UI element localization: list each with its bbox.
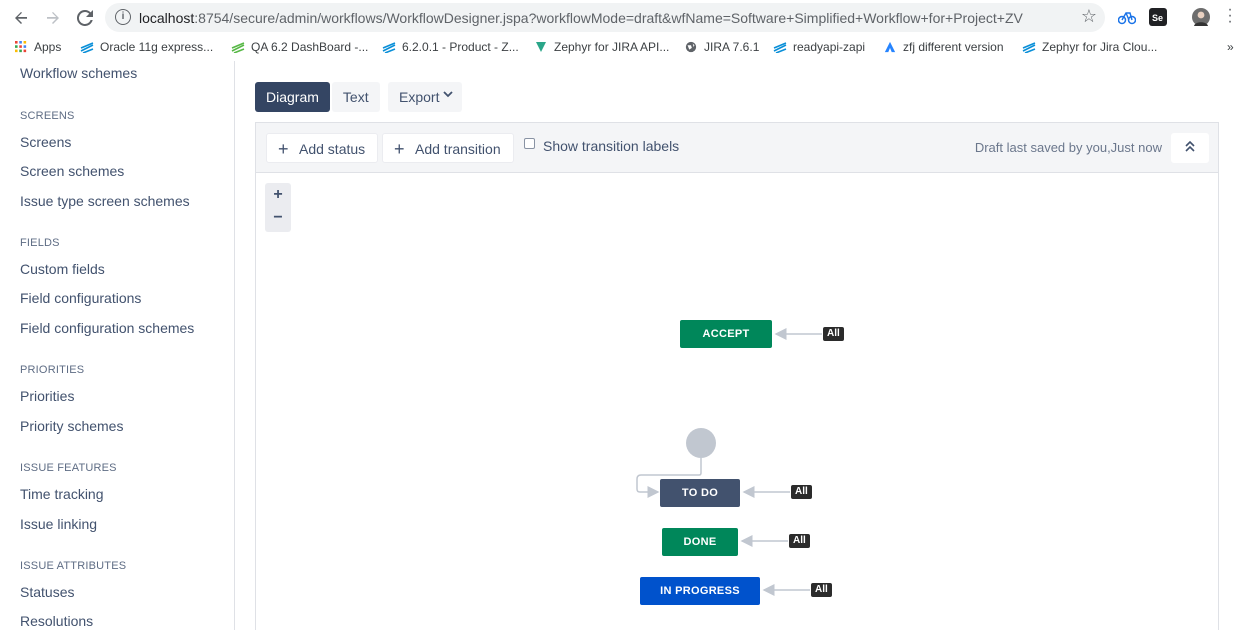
bookmark-zfj-version[interactable]: zfj different version (883, 40, 1004, 54)
bookmark-product[interactable]: 6.2.0.1 - Product - Z... (382, 40, 519, 54)
bookmark-label: QA 6.2 DashBoard -... (251, 40, 369, 54)
show-labels-checkbox[interactable] (524, 137, 535, 149)
export-label: Export (399, 89, 440, 105)
globe-icon (685, 41, 697, 53)
global-transition-badge-inprogress[interactable]: All (811, 583, 832, 597)
bookmark-label: zfj different version (903, 40, 1004, 54)
zephyr-icon (80, 42, 94, 53)
global-transition-badge-done[interactable]: All (789, 534, 810, 548)
plus-icon: + (278, 139, 289, 159)
url-host: localhost (139, 10, 195, 26)
global-transition-badge-todo[interactable]: All (791, 485, 812, 499)
global-transition-badge-accept[interactable]: All (823, 327, 844, 341)
browser-menu-icon[interactable]: · · · (1227, 2, 1233, 30)
bookmark-qa-dashboard[interactable]: QA 6.2 DashBoard -... (231, 40, 368, 54)
plus-icon: + (394, 139, 405, 159)
status-node-done[interactable]: DONE (662, 528, 738, 556)
bookmark-star-icon[interactable]: ☆ (1081, 6, 1097, 27)
status-node-todo[interactable]: TO DO (660, 479, 740, 507)
bookmarks-overflow[interactable]: » (1227, 40, 1234, 54)
sidebar-item-field-configurations[interactable]: Field configurations (20, 290, 141, 306)
show-labels-text: Show transition labels (543, 138, 680, 154)
reload-icon[interactable] (73, 6, 97, 30)
zephyr-icon (773, 42, 787, 53)
tab-text[interactable]: Text (331, 82, 380, 112)
sidebar-item-issue-linking[interactable]: Issue linking (20, 516, 97, 532)
zoom-out-button[interactable]: − (265, 209, 291, 227)
bookmark-readyapi[interactable]: readyapi-zapi (773, 40, 865, 54)
sidebar-heading-fields: FIELDS (20, 237, 60, 249)
tab-diagram[interactable]: Diagram (255, 82, 330, 112)
info-icon[interactable]: i (115, 9, 131, 25)
sidebar-heading-screens: SCREENS (20, 110, 75, 122)
zoom-controls: + − (265, 183, 291, 232)
profile-avatar-icon[interactable] (1192, 8, 1210, 26)
status-node-inprogress[interactable]: IN PROGRESS (640, 577, 760, 605)
workflow-start-node[interactable] (686, 428, 716, 458)
sidebar-item-resolutions[interactable]: Resolutions (20, 613, 93, 629)
status-node-accept[interactable]: ACCEPT (680, 320, 772, 348)
bookmark-label: 6.2.0.1 - Product - Z... (402, 40, 519, 54)
extension-selenium-icon[interactable]: Se (1149, 8, 1167, 26)
bookmark-jira[interactable]: JIRA 7.6.1 (684, 40, 759, 54)
chevron-double-up-icon (1185, 140, 1195, 152)
sidebar-heading-priorities: PRIORITIES (20, 364, 85, 376)
sidebar-item-screens[interactable]: Screens (20, 134, 71, 150)
bookmark-zephyr-api[interactable]: Zephyr for JIRA API... (534, 40, 669, 54)
zephyr-icon (1022, 42, 1036, 53)
sidebar-item-custom-fields[interactable]: Custom fields (20, 261, 105, 277)
sidebar-item-workflow-schemes[interactable]: Workflow schemes (20, 65, 137, 81)
show-transition-labels-toggle[interactable]: Show transition labels (524, 137, 680, 154)
bookmark-apps[interactable]: Apps (14, 40, 61, 54)
sidebar-item-priority-schemes[interactable]: Priority schemes (20, 418, 123, 434)
forward-arrow-icon[interactable] (41, 6, 65, 30)
extension-bike-icon[interactable] (1117, 8, 1137, 26)
add-transition-label: Add transition (415, 141, 501, 157)
workflow-designer: + Add status + Add transition Show trans… (255, 122, 1219, 630)
back-arrow-icon[interactable] (9, 6, 33, 30)
add-status-button[interactable]: + Add status (266, 133, 379, 163)
add-status-label: Add status (299, 141, 366, 157)
url-path: :8754/secure/admin/workflows/WorkflowDes… (194, 10, 1023, 26)
add-transition-button[interactable]: + Add transition (382, 133, 514, 163)
bookmark-label: Oracle 11g express... (100, 40, 214, 54)
sidebar-item-issue-type-screen-schemes[interactable]: Issue type screen schemes (20, 193, 190, 209)
bookmark-label: readyapi-zapi (793, 40, 866, 54)
sidebar-item-field-configuration-schemes[interactable]: Field configuration schemes (20, 320, 194, 336)
zephyr-leaf-icon (536, 42, 546, 52)
zoom-in-button[interactable]: + (265, 186, 291, 204)
sidebar-item-time-tracking[interactable]: Time tracking (20, 486, 104, 502)
zephyr-icon (382, 42, 396, 53)
sidebar-item-priorities[interactable]: Priorities (20, 388, 74, 404)
collapse-toolbar-button[interactable] (1171, 133, 1209, 163)
atlassian-icon (884, 41, 896, 53)
sidebar-item-statuses[interactable]: Statuses (20, 584, 74, 600)
workflow-designer-main: Diagram Text Export + Add status + Add t… (235, 61, 1239, 630)
sidebar-heading-issue-attributes: ISSUE ATTRIBUTES (20, 560, 127, 572)
bookmarks-bar: Apps Oracle 11g express... QA 6.2 DashBo… (0, 36, 1239, 61)
bookmark-label: Zephyr for Jira Clou... (1042, 40, 1158, 54)
zephyr-icon (231, 42, 245, 53)
chevron-down-icon (443, 82, 453, 112)
bookmark-label: Apps (34, 40, 62, 54)
admin-sidebar: Workflow schemes SCREENS Screens Screen … (0, 61, 235, 630)
apps-grid-icon (15, 41, 27, 53)
draft-save-status: Draft last saved by you,Just now (974, 140, 1162, 155)
sidebar-heading-issue-features: ISSUE FEATURES (20, 462, 117, 474)
browser-toolbar: i localhost:8754/secure/admin/workflows/… (0, 0, 1239, 36)
bookmark-zephyr-cloud[interactable]: Zephyr for Jira Clou... (1022, 40, 1157, 54)
view-tabs: Diagram Text (255, 82, 380, 112)
designer-toolbar: + Add status + Add transition Show trans… (256, 123, 1218, 173)
bookmark-label: JIRA 7.6.1 (704, 40, 760, 54)
svg-text:Se: Se (1152, 13, 1163, 23)
url-text[interactable]: localhost:8754/secure/admin/workflows/Wo… (139, 10, 1023, 26)
sidebar-item-screen-schemes[interactable]: Screen schemes (20, 163, 124, 179)
address-bar[interactable]: i localhost:8754/secure/admin/workflows/… (105, 3, 1105, 32)
export-dropdown-button[interactable]: Export (388, 82, 462, 112)
bookmark-label: Zephyr for JIRA API... (554, 40, 670, 54)
bookmark-oracle[interactable]: Oracle 11g express... (80, 40, 213, 54)
